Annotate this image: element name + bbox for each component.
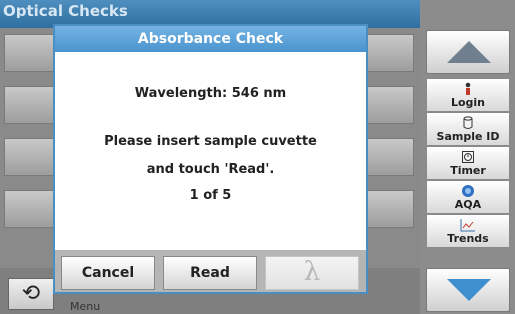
scroll-down-button[interactable]: [426, 268, 510, 312]
undo-button[interactable]: ⟲: [8, 278, 54, 310]
progress-text: 1 of 5: [189, 188, 232, 203]
dialog-title: Absorbance Check: [55, 26, 366, 52]
sample-id-button[interactable]: Sample ID: [426, 112, 510, 146]
aqa-button[interactable]: AQA: [426, 180, 510, 214]
login-button[interactable]: Login: [426, 78, 510, 112]
aqa-label: AQA: [454, 198, 482, 211]
sample-id-label: Sample ID: [436, 130, 500, 143]
timer-icon: [427, 150, 509, 164]
dialog-footer: Cancel Read λ: [55, 250, 366, 292]
trends-label: Trends: [447, 232, 489, 245]
down-arrow-icon: [447, 279, 491, 301]
up-arrow-icon: [447, 41, 491, 63]
timer-button[interactable]: Timer: [426, 146, 510, 180]
undo-arrow-icon: ⟲: [21, 281, 41, 306]
timer-label: Timer: [450, 164, 486, 177]
instruction-line-2: and touch 'Read'.: [146, 162, 275, 177]
login-label: Login: [450, 96, 486, 109]
cancel-button[interactable]: Cancel: [61, 256, 155, 290]
instruction-line-1: Please insert sample cuvette: [104, 134, 317, 149]
sample-vial-icon: [427, 116, 509, 130]
aqa-icon: [427, 184, 509, 198]
wavelength-text: Wavelength: 546 nm: [134, 86, 287, 101]
trends-chart-icon: [427, 218, 509, 232]
absorbance-check-dialog: Absorbance Check Wavelength: 546 nm Plea…: [53, 24, 368, 294]
menu-label: Menu: [70, 300, 101, 313]
side-panel: Login Sample ID Timer AQA Trends: [420, 0, 515, 314]
scroll-up-button[interactable]: [426, 30, 510, 74]
read-button[interactable]: Read: [163, 256, 257, 290]
background-title: Optical Checks: [3, 2, 128, 18]
person-icon: [427, 82, 509, 96]
lambda-button[interactable]: λ: [265, 256, 359, 290]
trends-button[interactable]: Trends: [426, 214, 510, 248]
